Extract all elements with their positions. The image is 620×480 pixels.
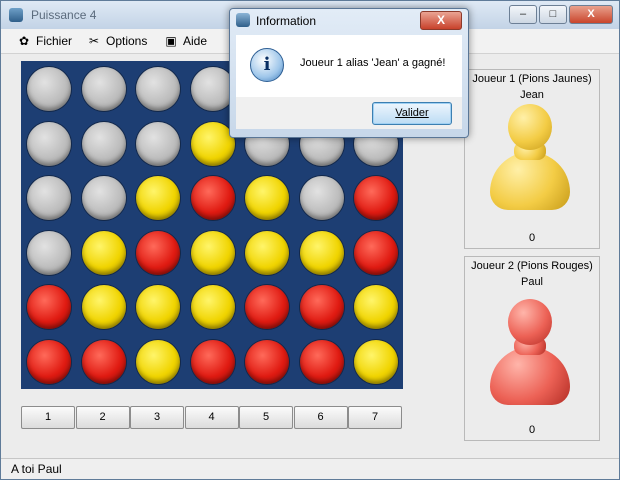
menu-aide-label: Aide [183, 34, 208, 48]
column-button-3[interactable]: 3 [130, 406, 184, 429]
board-cell-red[interactable] [190, 176, 235, 220]
player-2-name: Paul [520, 276, 544, 288]
board-cell-yellow[interactable] [81, 230, 126, 275]
red-pawn-icon [490, 299, 570, 409]
app-icon [236, 13, 250, 27]
board-cell-yellow[interactable] [136, 285, 180, 329]
board-cell-empty[interactable] [190, 67, 235, 111]
status-bar: A toi Paul [1, 458, 619, 479]
close-button[interactable]: X [569, 5, 613, 24]
help-icon: ▣ [165, 34, 177, 48]
board-cell-red[interactable] [27, 285, 71, 329]
board-cell-yellow[interactable] [81, 285, 126, 329]
board-cell-empty[interactable] [81, 121, 126, 166]
board-cell-yellow[interactable] [245, 176, 289, 220]
menu-fichier[interactable]: ✿ Fichier [17, 33, 72, 49]
board-cell-red[interactable] [354, 176, 398, 220]
board-cell-red[interactable] [27, 339, 71, 384]
tools-icon: ✂ [88, 34, 100, 48]
menu-fichier-label: Fichier [36, 34, 73, 48]
column-button-1[interactable]: 1 [21, 406, 75, 429]
menu-options[interactable]: ✂ Options [87, 33, 147, 49]
information-dialog: Information X i Joueur 1 alias 'Jean' a … [229, 8, 469, 138]
column-button-5[interactable]: 5 [239, 406, 293, 429]
board-cell-yellow[interactable] [190, 230, 235, 275]
board-cell-red[interactable] [190, 339, 235, 384]
board-cell-empty[interactable] [81, 67, 126, 111]
board-cell-yellow[interactable] [190, 285, 235, 329]
dialog-body: i Joueur 1 alias 'Jean' a gagné! [236, 35, 462, 97]
menu-aide[interactable]: ▣ Aide [164, 33, 207, 49]
board-cell-red[interactable] [354, 230, 398, 275]
player-2-title: Joueur 2 (Pions Rouges) [471, 260, 593, 272]
board-cell-yellow[interactable] [136, 339, 180, 384]
board-cell-red[interactable] [81, 339, 126, 384]
board-cell-red[interactable] [136, 230, 180, 275]
maximize-button[interactable]: □ [539, 5, 567, 24]
player-1-name: Jean [520, 89, 544, 101]
player-2-panel: Joueur 2 (Pions Rouges) Paul 0 [464, 256, 600, 441]
dialog-footer: Valider [236, 97, 462, 129]
column-buttons: 1234567 [21, 406, 403, 429]
player-1-panel: Joueur 1 (Pions Jaunes) Jean 0 [464, 69, 600, 249]
window-controls: – □ X [509, 5, 613, 24]
dialog-close-button[interactable]: X [420, 11, 462, 30]
menu-options-label: Options [106, 34, 148, 48]
info-icon: i [250, 48, 284, 82]
column-button-7[interactable]: 7 [348, 406, 402, 429]
board-cell-empty[interactable] [136, 67, 180, 111]
dialog-message: Joueur 1 alias 'Jean' a gagné! [300, 57, 446, 69]
column-button-4[interactable]: 4 [184, 406, 239, 429]
app-icon [9, 8, 23, 22]
status-text: A toi Paul [11, 462, 62, 476]
board-cell-empty[interactable] [136, 121, 180, 166]
board-cell-yellow[interactable] [354, 285, 398, 329]
board-cell-yellow[interactable] [354, 339, 398, 384]
minimize-button[interactable]: – [509, 5, 537, 24]
column-button-6[interactable]: 6 [293, 406, 348, 429]
dialog-title-bar[interactable]: Information X [230, 9, 468, 33]
window-title: Puissance 4 [31, 8, 97, 22]
board-cell-empty[interactable] [27, 67, 71, 111]
board-cell-red[interactable] [299, 339, 344, 384]
board-cell-empty[interactable] [27, 230, 71, 275]
board-cell-empty[interactable] [81, 176, 126, 220]
board-cell-empty[interactable] [27, 176, 71, 220]
board-cell-yellow[interactable] [136, 176, 180, 220]
board-cell-red[interactable] [299, 285, 344, 329]
player-1-title: Joueur 1 (Pions Jaunes) [472, 73, 592, 85]
yellow-pawn-icon [490, 104, 570, 214]
board-cell-empty[interactable] [27, 121, 71, 166]
puzzle-icon: ✿ [18, 34, 30, 48]
board-cell-yellow[interactable] [190, 121, 235, 166]
player-1-score: 0 [528, 232, 536, 244]
board-cell-yellow[interactable] [299, 230, 344, 275]
column-button-2[interactable]: 2 [75, 406, 130, 429]
valider-button[interactable]: Valider [372, 102, 452, 125]
board-cell-red[interactable] [245, 339, 289, 384]
board-cell-red[interactable] [245, 285, 289, 329]
dialog-title: Information [256, 14, 317, 28]
player-2-score: 0 [528, 424, 536, 436]
board-cell-yellow[interactable] [245, 230, 289, 275]
board-cell-empty[interactable] [299, 176, 344, 220]
